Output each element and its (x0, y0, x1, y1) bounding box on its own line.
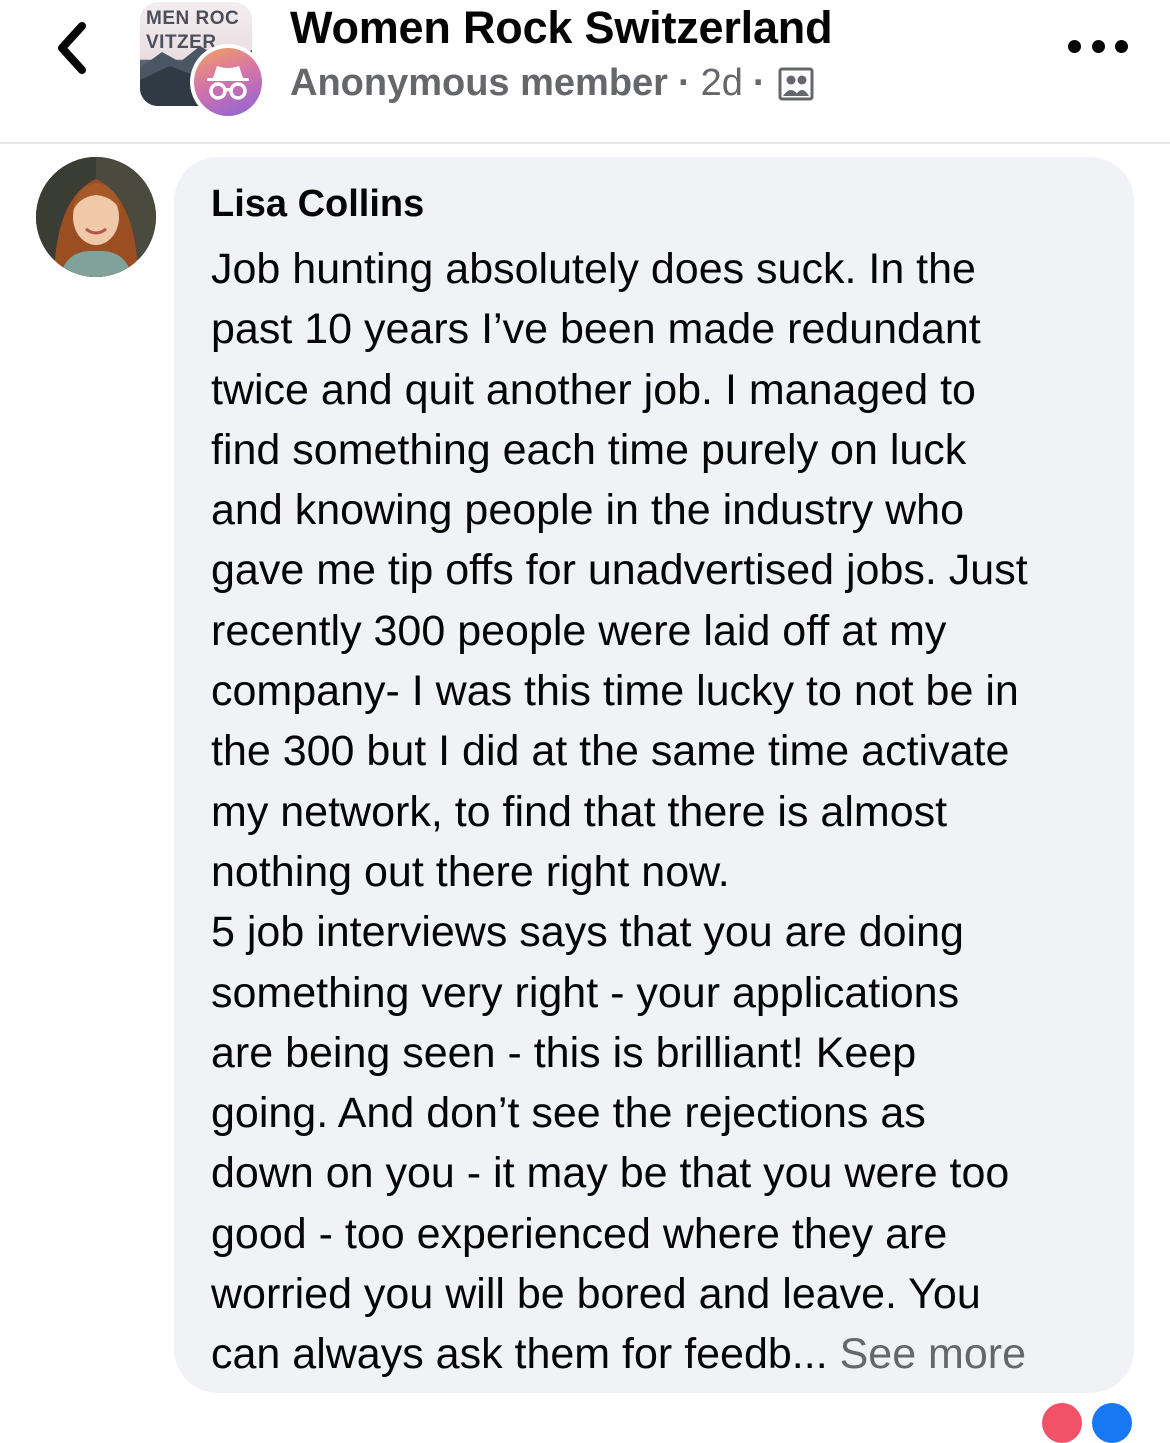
comment-line: something very right - your applications (211, 968, 960, 1017)
meta-separator: · (677, 62, 691, 104)
chevron-left-icon (58, 22, 86, 74)
group-members-icon (778, 67, 814, 100)
comment-line: find something each time purely on luck (211, 425, 967, 474)
comment-line: 5 job interviews says that you are doing (211, 908, 964, 957)
like-reaction-icon (1092, 1403, 1132, 1443)
comment-line: worried you will be bored and leave. You (211, 1270, 981, 1319)
post-meta: Anonymous member · 2d · (290, 62, 814, 105)
incognito-icon (207, 66, 249, 100)
comment-line: twice and quit another job. I managed to (211, 365, 976, 414)
comment-bubble: Lisa Collins Job hunting absolutely does… (174, 157, 1134, 1393)
back-button[interactable] (44, 16, 100, 80)
comment-line: nothing out there right now. (211, 847, 730, 896)
comment-line: gave me tip offs for unadvertised jobs. … (211, 546, 1028, 595)
comment-line: my network, to find that there is almost (211, 787, 948, 836)
comment-line: Job hunting absolutely does suck. In the (211, 245, 976, 293)
comment-line: the 300 but I did at the same time activ… (211, 727, 1010, 776)
love-reaction-icon (1042, 1403, 1082, 1443)
anonymous-avatar (190, 44, 266, 120)
meta-separator: · (752, 62, 766, 104)
see-more-link[interactable]: See more (840, 1330, 1026, 1378)
group-name-link[interactable]: Women Rock Switzerland (290, 2, 833, 54)
comment-line: past 10 years I’ve been made redundant (211, 305, 981, 354)
comment-line: company- I was this time lucky to not be… (211, 667, 1019, 716)
comment-line: recently 300 people were laid off at my (211, 606, 947, 655)
commenter-name[interactable]: Lisa Collins (211, 181, 1102, 227)
comment-line: down on you - it may be that you were to… (211, 1149, 1010, 1198)
comment-line-last: can always ask them for feedb... See mor… (211, 1324, 1102, 1384)
more-options-button[interactable] (1068, 28, 1128, 64)
comment-line: good - too experienced where they are (211, 1209, 948, 1258)
profile-photo (36, 157, 156, 277)
more-horizontal-icon (1068, 39, 1081, 53)
post-header: MEN ROC VITZER Women Rock Switzerland An… (0, 0, 1170, 144)
comment-line: can always ask them for feedb... (211, 1330, 828, 1379)
post-timestamp[interactable]: 2d (701, 62, 743, 105)
author-name: Anonymous member (290, 62, 668, 104)
comment-line: going. And don’t see the rejections as (211, 1089, 926, 1138)
commenter-avatar[interactable] (36, 157, 156, 277)
comment-line: are being seen - this is brilliant! Keep (211, 1028, 917, 1077)
comment-line: and knowing people in the industry who (211, 486, 965, 535)
comment-text: Job hunting absolutely does suck. In the… (211, 239, 1102, 1385)
